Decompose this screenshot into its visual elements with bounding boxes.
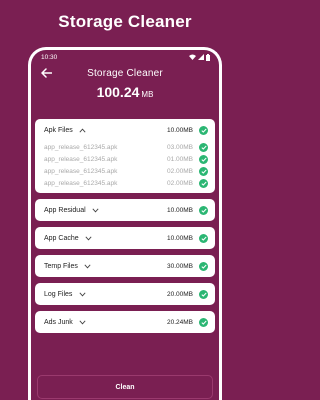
total-size-value: 100.24 — [96, 84, 140, 100]
file-name: app_release_612345.apk — [44, 167, 118, 175]
promo-headline: Storage Cleaner — [58, 12, 192, 31]
category-row[interactable]: Temp Files 30.00MB — [44, 255, 208, 277]
category-row[interactable]: App Residual 10.00MB — [44, 199, 208, 221]
file-size: 03.00MB — [166, 143, 193, 151]
category-name: App Residual — [44, 206, 86, 214]
category-row[interactable]: Ads Junk 20.24MB — [44, 311, 208, 333]
category-size: 10.00MB — [166, 126, 193, 134]
clean-button[interactable]: Clean — [37, 375, 213, 399]
total-size-unit: MB — [141, 90, 154, 99]
category-size: 20.00MB — [166, 290, 193, 298]
category-card-ads-junk: Ads Junk 20.24MB — [35, 311, 215, 333]
check-circle-icon[interactable] — [199, 125, 208, 135]
chevron-down-icon[interactable] — [79, 318, 87, 326]
app-bar: Storage Cleaner — [31, 64, 219, 82]
category-row[interactable]: Apk Files 10.00MB — [44, 119, 208, 141]
check-circle-icon[interactable] — [199, 205, 208, 215]
category-name: Apk Files — [44, 126, 73, 134]
chevron-down-icon[interactable] — [92, 206, 100, 214]
chevron-down-icon[interactable] — [85, 234, 93, 242]
status-time: 10:30 — [41, 53, 58, 61]
check-circle-icon[interactable] — [199, 317, 208, 327]
total-size: 100.24 MB — [31, 84, 219, 106]
chevron-down-icon[interactable] — [84, 262, 92, 270]
category-name: App Cache — [44, 234, 79, 242]
check-circle-icon[interactable] — [199, 289, 208, 299]
chevron-down-icon[interactable] — [78, 290, 86, 298]
check-circle-icon[interactable] — [199, 178, 208, 188]
status-bar: 10:30 — [31, 50, 219, 64]
chevron-up-icon[interactable] — [79, 126, 87, 134]
file-row[interactable]: app_release_612345.apk 03.00MB — [44, 141, 208, 153]
page-title: Storage Cleaner — [87, 67, 163, 79]
file-size: 02.00MB — [166, 179, 193, 187]
category-name: Temp Files — [44, 262, 78, 270]
check-circle-icon[interactable] — [199, 154, 208, 164]
file-name: app_release_612345.apk — [44, 179, 118, 187]
category-size: 10.00MB — [166, 234, 193, 242]
category-list: Apk Files 10.00MB app_release_612345.apk… — [35, 119, 215, 333]
wifi-icon — [189, 54, 196, 60]
file-size: 02.00MB — [166, 167, 193, 175]
category-card-apk-files: Apk Files 10.00MB app_release_612345.apk… — [35, 119, 215, 193]
category-size: 20.24MB — [166, 318, 193, 326]
category-size: 30.00MB — [166, 262, 193, 270]
check-circle-icon[interactable] — [199, 166, 208, 176]
file-row[interactable]: app_release_612345.apk 02.00MB — [44, 177, 208, 189]
category-card-app-cache: App Cache 10.00MB — [35, 227, 215, 249]
category-card-temp-files: Temp Files 30.00MB — [35, 255, 215, 277]
file-row[interactable]: app_release_612345.apk 01.00MB — [44, 153, 208, 165]
category-name: Ads Junk — [44, 318, 73, 326]
signal-icon — [198, 54, 204, 60]
category-name: Log Files — [44, 290, 73, 298]
file-name: app_release_612345.apk — [44, 143, 118, 151]
category-card-log-files: Log Files 20.00MB — [35, 283, 215, 305]
check-circle-icon[interactable] — [199, 233, 208, 243]
category-row[interactable]: App Cache 10.00MB — [44, 227, 208, 249]
phone-frame: 10:30 Storage Cleaner 100.24 MB Apk File… — [28, 47, 222, 400]
category-row[interactable]: Log Files 20.00MB — [44, 283, 208, 305]
file-row[interactable]: app_release_612345.apk 02.00MB — [44, 165, 208, 177]
check-circle-icon[interactable] — [199, 142, 208, 152]
file-name: app_release_612345.apk — [44, 155, 118, 163]
status-icons — [189, 53, 210, 61]
check-circle-icon[interactable] — [199, 261, 208, 271]
category-card-app-residual: App Residual 10.00MB — [35, 199, 215, 221]
file-size: 01.00MB — [166, 155, 193, 163]
battery-icon — [206, 53, 210, 61]
arrow-left-icon[interactable] — [41, 66, 55, 80]
category-size: 10.00MB — [166, 206, 193, 214]
